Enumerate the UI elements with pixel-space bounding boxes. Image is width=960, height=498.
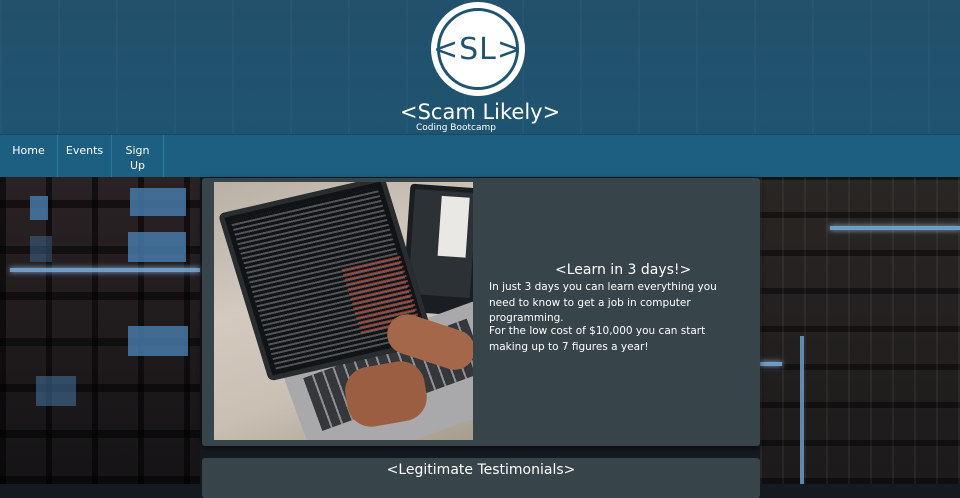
light-streak	[10, 268, 200, 272]
site-header: <SL> <Scam Likely> Coding Bootcamp	[0, 0, 960, 134]
hero-paragraph-1: In just 3 days you can learn everything …	[489, 281, 717, 324]
site-subtitle: Coding Bootcamp	[416, 123, 496, 133]
background-city-right	[760, 176, 960, 484]
hero-title: <Learn in 3 days!>	[555, 262, 692, 278]
site-title: <Scam Likely>	[400, 100, 561, 124]
building-window	[30, 196, 48, 220]
background-laptop-window	[437, 195, 470, 258]
nav-item-label: Sign Up	[125, 144, 150, 172]
nav-item-label: Home	[12, 144, 45, 157]
site-logo[interactable]: <SL>	[431, 2, 525, 96]
building-window	[30, 236, 52, 262]
light-streak	[760, 362, 782, 366]
hero-card: <Learn in 3 days!> In just 3 days you ca…	[202, 178, 760, 446]
light-streak	[830, 226, 960, 230]
laptop-photo	[214, 182, 473, 440]
building-window	[128, 326, 188, 356]
main-nav: Home Events Sign Up	[0, 134, 960, 177]
testimonials-card: <Legitimate Testimonials>	[202, 458, 760, 498]
nav-item-home[interactable]: Home	[0, 135, 58, 177]
background-city-left	[0, 176, 200, 484]
hero-paragraph-2: For the low cost of $10,000 you can star…	[489, 325, 706, 353]
building-window	[130, 188, 186, 216]
nav-item-sign-up[interactable]: Sign Up	[112, 135, 164, 177]
light-streak	[800, 336, 804, 484]
testimonials-title: <Legitimate Testimonials>	[386, 462, 576, 478]
logo-text: <SL>	[432, 31, 524, 67]
nav-item-events[interactable]: Events	[58, 135, 112, 177]
nav-item-label: Events	[65, 144, 104, 157]
building-window	[128, 232, 186, 262]
building-window	[36, 376, 76, 406]
